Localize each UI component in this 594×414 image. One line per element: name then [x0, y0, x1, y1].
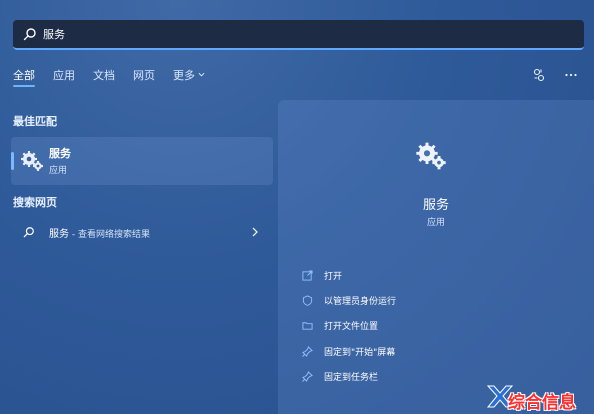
best-match-heading: 最佳匹配 — [13, 115, 57, 128]
search-input[interactable] — [43, 27, 523, 41]
result-name: 服务 — [49, 147, 71, 160]
shield-icon — [302, 294, 313, 306]
best-match-result[interactable]: 服务 应用 — [11, 137, 273, 185]
services-gear-icon — [21, 151, 43, 171]
selection-indicator — [11, 152, 14, 170]
search-icon — [23, 28, 36, 41]
open-icon — [302, 269, 313, 281]
action-run-as-admin[interactable]: 以管理员身份运行 — [302, 293, 396, 307]
watermark-text: 综合信息 — [508, 393, 576, 413]
tab-web[interactable]: 网页 — [133, 69, 155, 87]
pin-icon — [302, 370, 313, 382]
action-open[interactable]: 打开 — [302, 268, 342, 282]
tab-more[interactable]: 更多 — [173, 69, 205, 87]
top-right-controls — [532, 68, 578, 82]
preview-title: 服务 — [422, 198, 449, 213]
action-open-file-location[interactable]: 打开文件位置 — [302, 318, 378, 332]
action-pin-to-start[interactable]: 固定到"开始"屏幕 — [302, 344, 395, 358]
tab-apps[interactable]: 应用 — [53, 69, 75, 87]
web-result-text: 服务 - 查看网络搜索结果 — [49, 229, 150, 240]
filter-tabs: 全部 应用 文档 网页 更多 — [13, 69, 223, 87]
folder-icon — [302, 321, 313, 330]
action-pin-to-taskbar[interactable]: 固定到任务栏 — [302, 369, 378, 383]
share-connect-icon[interactable] — [532, 68, 546, 82]
chevron-down-icon — [198, 72, 205, 77]
preview-subtitle: 应用 — [426, 218, 445, 228]
pin-icon — [302, 345, 313, 357]
services-gear-icon — [416, 142, 446, 170]
watermark-logo: 综合信息 — [486, 382, 590, 413]
web-search-heading: 搜索网页 — [13, 196, 57, 209]
result-type: 应用 — [49, 166, 68, 176]
search-bar[interactable] — [13, 20, 584, 50]
tab-all[interactable]: 全部 — [13, 69, 35, 87]
search-icon — [23, 227, 34, 238]
web-search-result[interactable]: 服务 - 查看网络搜索结果 — [11, 222, 273, 242]
more-options-icon[interactable] — [564, 68, 578, 82]
tab-documents[interactable]: 文档 — [93, 69, 115, 87]
chevron-right-icon — [252, 227, 258, 237]
